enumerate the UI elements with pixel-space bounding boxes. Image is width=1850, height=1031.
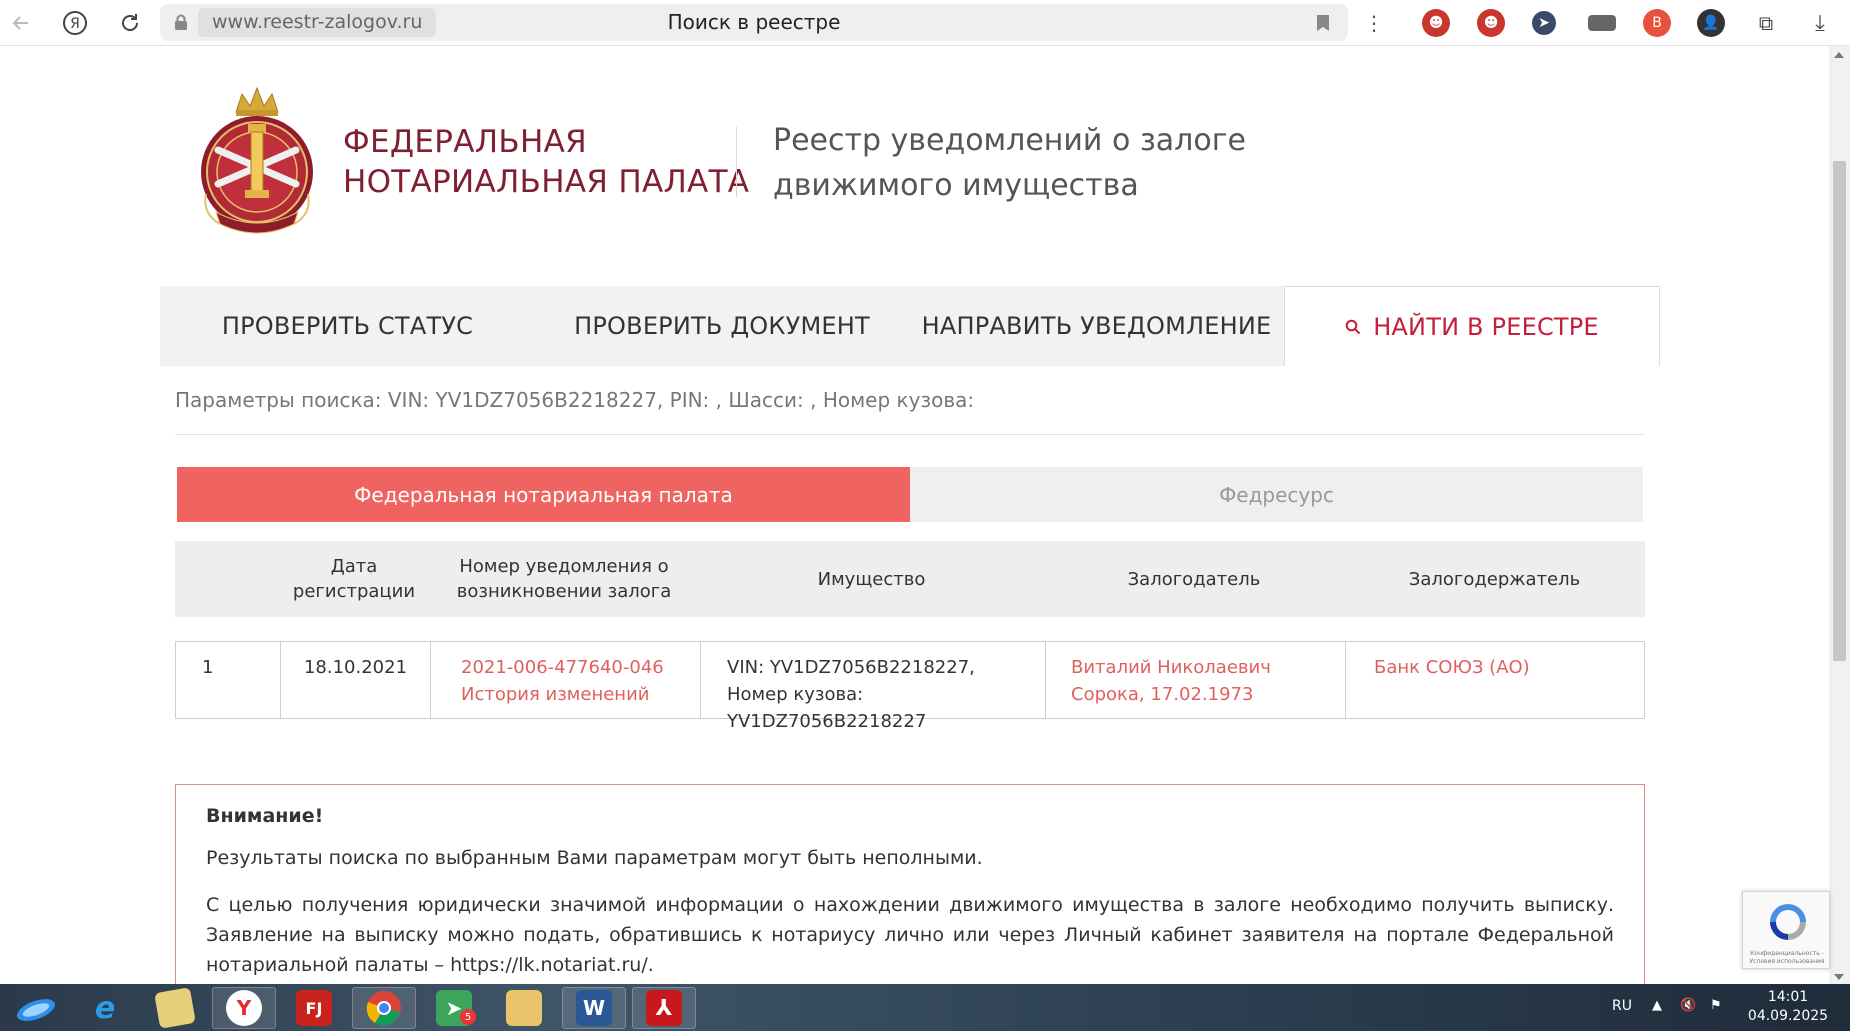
notice-paragraph-2: С целью получения юридически значимой ин… <box>206 894 1614 976</box>
windows-taskbar: e Y FJ ➤ 5 W ⅄ RU ▲ 🔇 ⚑ 14:01 04.09.2025 <box>0 984 1850 1031</box>
pledgor-link[interactable]: Виталий Николаевич Сорока, 17.02.1973 <box>1071 654 1295 708</box>
taskbar-word[interactable]: W <box>562 987 626 1029</box>
sticky-notes-icon <box>154 987 196 1029</box>
header-divider <box>736 127 737 197</box>
tray-expand-icon[interactable]: ▲ <box>1652 998 1670 1016</box>
organization-name[interactable]: ФЕДЕРАЛЬНАЯ НОТАРИАЛЬНАЯ ПАЛАТА <box>343 122 749 202</box>
column-header-property: Имущество <box>817 568 926 590</box>
kebab-menu-icon[interactable]: ⋮ <box>1357 6 1391 40</box>
nav-item-label: НАПРАВИТЬ УВЕДОМЛЕНИЕ <box>921 312 1272 340</box>
column-header-pledgor: Залогодатель <box>1127 568 1261 590</box>
volume-muted-icon[interactable]: 🔇 <box>1680 998 1698 1016</box>
cell-pledgee: Банк СОЮЗ (АО) <box>1345 642 1645 718</box>
nav-search-registry[interactable]: НАЙТИ В РЕЕСТРЕ <box>1284 286 1660 366</box>
extension-cursor-icon[interactable]: ➤ <box>1532 11 1556 35</box>
system-clock[interactable]: 14:01 04.09.2025 <box>1740 988 1836 1026</box>
results-table-header: Дата регистрации Номер уведомления о воз… <box>175 541 1645 617</box>
extension-b-icon[interactable]: B <box>1643 9 1671 37</box>
notary-chamber-emblem-icon[interactable] <box>196 84 318 242</box>
start-orb-icon <box>16 999 56 1021</box>
pledgee-link[interactable]: Банк СОЮЗ (АО) <box>1374 654 1645 681</box>
scroll-thumb[interactable] <box>1833 161 1846 661</box>
recaptcha-icon <box>1770 904 1806 940</box>
main-nav: ПРОВЕРИТЬ СТАТУС ПРОВЕРИТЬ ДОКУМЕНТ НАПР… <box>160 286 1660 366</box>
org-name-line2: НОТАРИАЛЬНАЯ ПАЛАТА <box>343 164 750 200</box>
clock-date: 04.09.2025 <box>1747 1008 1829 1024</box>
reload-icon[interactable] <box>113 6 147 40</box>
taskbar-notes[interactable] <box>143 987 207 1029</box>
language-indicator[interactable]: RU <box>1612 998 1632 1014</box>
extension-puzzle-icon[interactable]: ⧉ <box>1752 9 1780 37</box>
notice-title: Внимание! <box>206 805 324 827</box>
cell-property: VIN: YV1DZ7056B2218227, Номер кузова: YV… <box>700 642 1045 732</box>
extension-avatar-2-icon[interactable]: ☻ <box>1477 9 1505 37</box>
extension-gray-icon[interactable] <box>1588 15 1616 31</box>
cell-num: 1 <box>202 657 214 678</box>
cell-pledgor: Виталий Николаевич Сорока, 17.02.1973 <box>1045 642 1345 718</box>
column-header-notice-number: Номер уведомления о возникновении залога <box>456 556 672 602</box>
search-icon <box>1345 319 1361 334</box>
nav-item-label: ПРОВЕРИТЬ ДОКУМЕНТ <box>574 312 870 340</box>
search-params: Параметры поиска: VIN: YV1DZ7056B2218227… <box>175 388 975 412</box>
nav-check-document[interactable]: ПРОВЕРИТЬ ДОКУМЕНТ <box>535 286 909 366</box>
address-bar[interactable]: www.reestr-zalogov.ru Поиск в реестре <box>160 4 1348 41</box>
word-icon: W <box>576 990 612 1026</box>
bookmark-icon[interactable] <box>1316 14 1330 32</box>
browser-toolbar: Я www.reestr-zalogov.ru Поиск в реестре … <box>0 0 1850 46</box>
column-header-pledgee: Залогодержатель <box>1408 568 1581 590</box>
network-icon[interactable]: ⚑ <box>1710 998 1728 1016</box>
taskbar-yandex[interactable]: Y <box>212 987 276 1029</box>
column-header-date: Дата регистрации <box>292 556 416 602</box>
notification-badge: 5 <box>460 1009 476 1025</box>
nav-check-status[interactable]: ПРОВЕРИТЬ СТАТУС <box>160 286 535 366</box>
svg-text:Я: Я <box>70 16 80 32</box>
start-button[interactable] <box>8 988 64 1028</box>
nav-send-notification[interactable]: НАПРАВИТЬ УВЕДОМЛЕНИЕ <box>909 286 1284 366</box>
history-link[interactable]: История изменений <box>461 681 700 708</box>
taskbar-explorer[interactable] <box>492 987 556 1029</box>
nav-item-label: НАЙТИ В РЕЕСТРЕ <box>1373 312 1599 341</box>
chrome-icon <box>366 991 401 1026</box>
registry-title-line1: Реестр уведомлений о залоге <box>773 123 1246 158</box>
table-row: 1 18.10.2021 2021-006-477640-046 История… <box>175 641 1645 732</box>
tab-fnp[interactable]: Федеральная нотариальная палата <box>177 467 910 522</box>
downloads-icon[interactable]: ⤓ <box>1806 9 1834 37</box>
taskbar-acrobat[interactable]: ⅄ <box>632 987 696 1029</box>
registry-title: Реестр уведомлений о залоге движимого им… <box>773 118 1246 208</box>
tab-fedresurs[interactable]: Федресурс <box>910 467 1643 522</box>
column-header-num <box>175 541 279 617</box>
fj-app-icon: FJ <box>296 990 332 1026</box>
extension-person-icon[interactable]: 👤 <box>1697 9 1725 37</box>
extension-avatar-1-icon[interactable]: ☻ <box>1422 9 1450 37</box>
notice-number-link[interactable]: 2021-006-477640-046 <box>461 654 700 681</box>
taskbar-chrome[interactable] <box>352 987 416 1029</box>
registry-title-line2: движимого имущества <box>773 168 1139 203</box>
taskbar-fj[interactable]: FJ <box>282 987 346 1029</box>
yandex-home-icon[interactable]: Я <box>58 6 92 40</box>
back-arrow-icon[interactable] <box>4 6 38 40</box>
recaptcha-badge[interactable]: Конфиденциальность - Условия использован… <box>1742 891 1830 969</box>
tab-title: Поиск в реестре <box>667 10 841 34</box>
source-tabs: Федеральная нотариальная палата Федресур… <box>177 467 1643 522</box>
page-scrollbar[interactable] <box>1829 46 1850 984</box>
internet-explorer-icon: e <box>94 990 116 1026</box>
params-divider <box>175 434 1645 435</box>
scroll-down-arrow-icon[interactable] <box>1834 974 1844 980</box>
yandex-browser-icon: Y <box>226 990 262 1026</box>
cell-date: 18.10.2021 <box>280 642 430 718</box>
scroll-up-arrow-icon[interactable] <box>1834 52 1844 58</box>
nav-item-label: ПРОВЕРИТЬ СТАТУС <box>221 312 474 340</box>
notice-paragraph-1: Результаты поиска по выбранным Вами пара… <box>206 847 983 869</box>
folder-icon <box>506 990 542 1026</box>
recaptcha-terms[interactable]: Конфиденциальность - Условия использован… <box>1745 950 1829 966</box>
org-name-line1: ФЕДЕРАЛЬНАЯ <box>343 124 587 160</box>
taskbar-ie[interactable]: e <box>73 987 137 1029</box>
taskbar-messenger[interactable]: ➤ 5 <box>422 987 486 1029</box>
acrobat-icon: ⅄ <box>646 990 682 1026</box>
cell-notice-number: 2021-006-477640-046 История изменений <box>430 642 700 718</box>
clock-time: 14:01 <box>1767 989 1809 1005</box>
